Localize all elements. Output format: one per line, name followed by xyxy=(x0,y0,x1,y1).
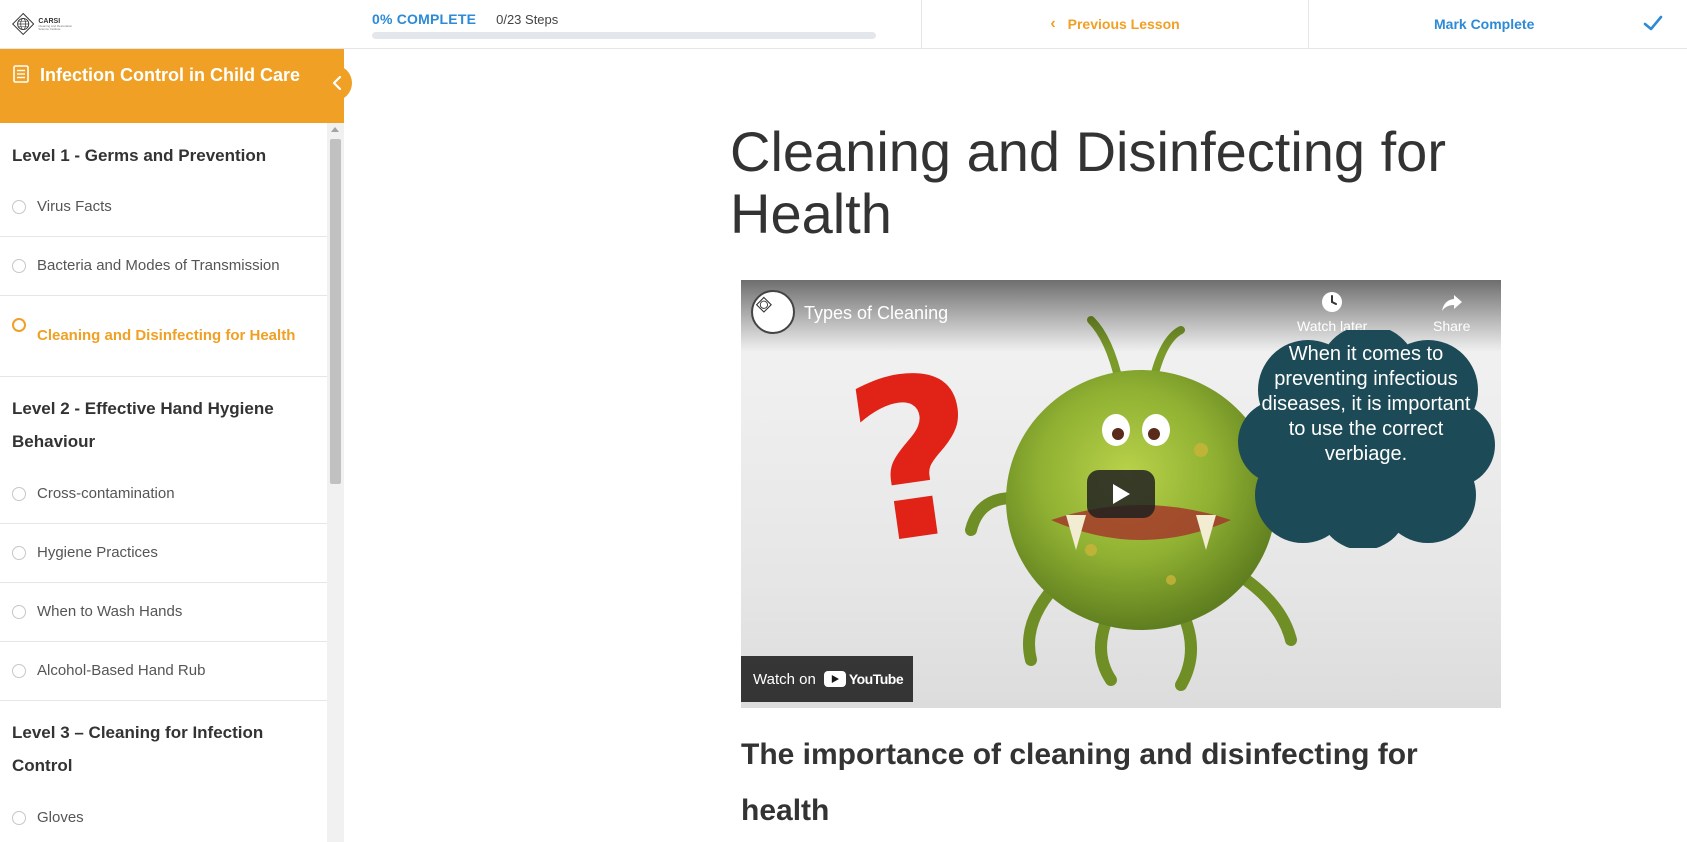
channel-avatar[interactable] xyxy=(751,290,795,334)
lesson-status-icon xyxy=(12,546,26,560)
lesson-item-cross-contamination[interactable]: Cross-contamination xyxy=(0,465,327,524)
lesson-item-gloves[interactable]: Gloves xyxy=(0,789,327,842)
lesson-label: Bacteria and Modes of Transmission xyxy=(37,257,280,274)
youtube-play-icon xyxy=(823,671,846,687)
page-title: Cleaning and Disinfecting for Health xyxy=(730,120,1446,245)
section-title: Level 3 – Cleaning for Infection Control xyxy=(12,723,264,775)
top-bar: CARSI Cleaning and Restoration Science I… xyxy=(0,0,1687,49)
video-title[interactable]: Types of Cleaning xyxy=(804,303,948,324)
lesson-label: Hygiene Practices xyxy=(37,544,158,561)
lesson-item-cleaning-disinfecting[interactable]: Cleaning and Disinfecting for Health xyxy=(0,296,327,377)
scroll-up-arrow-icon[interactable] xyxy=(331,127,339,132)
cloud-caption: When it comes to preventing infectious d… xyxy=(1261,343,1471,465)
lesson-item-bacteria[interactable]: Bacteria and Modes of Transmission xyxy=(0,237,327,296)
scrollbar-thumb[interactable] xyxy=(330,139,341,484)
lesson-item-hygiene-practices[interactable]: Hygiene Practices xyxy=(0,524,327,583)
lesson-status-icon xyxy=(12,200,26,214)
lesson-item-when-to-wash[interactable]: When to Wash Hands xyxy=(0,583,327,642)
youtube-logo: YouTube xyxy=(823,671,904,687)
lesson-label: Virus Facts xyxy=(37,198,112,215)
play-button[interactable] xyxy=(1087,470,1155,518)
progress-percent: 0% COMPLETE xyxy=(372,11,477,27)
progress-steps: 0/23 Steps xyxy=(496,12,559,27)
lesson-status-icon xyxy=(12,811,26,825)
logo-subtext: Cleaning and Restoration Science Institu… xyxy=(38,23,73,31)
lesson-content: Cleaning and Disinfecting for Health ? T… xyxy=(345,49,1687,842)
lesson-item-virus-facts[interactable]: Virus Facts xyxy=(0,178,327,237)
course-sidebar: Infection Control in Child Care Level 1 … xyxy=(0,49,352,842)
mark-complete-label: Mark Complete xyxy=(1434,16,1535,32)
lesson-label: Alcohol-Based Hand Rub xyxy=(37,662,206,679)
document-icon xyxy=(13,65,29,83)
section-heading: The importance of cleaning and disinfect… xyxy=(741,738,1418,827)
chevron-left-icon: ‹ xyxy=(1050,15,1056,32)
chevron-left-icon xyxy=(332,76,342,90)
lesson-status-icon xyxy=(12,487,26,501)
lesson-status-icon xyxy=(12,664,26,678)
course-title: Infection Control in Child Care xyxy=(40,65,300,85)
lesson-label: Cleaning and Disinfecting for Health xyxy=(37,327,296,344)
lesson-status-icon xyxy=(12,605,26,619)
lesson-status-icon xyxy=(12,259,26,273)
share-arrow-icon xyxy=(1441,295,1462,311)
previous-lesson-label: Previous Lesson xyxy=(1067,16,1180,32)
video-player[interactable]: ? Types of Cleaning Watch later Share Wh… xyxy=(741,280,1501,708)
watch-on-label: Watch on xyxy=(753,670,816,688)
progress-bar xyxy=(372,32,876,39)
section-title: Level 1 - Germs and Prevention xyxy=(12,146,267,165)
lesson-list[interactable]: Level 1 - Germs and Prevention Virus Fac… xyxy=(0,123,327,842)
globe-icon xyxy=(12,12,35,36)
mark-complete-button[interactable]: Mark Complete xyxy=(1310,0,1687,48)
section-title: Level 2 - Effective Hand Hygiene Behavio… xyxy=(12,399,274,451)
play-icon xyxy=(1113,484,1130,504)
share-button[interactable]: Share xyxy=(1433,290,1470,334)
course-header: Infection Control in Child Care xyxy=(0,49,344,123)
lesson-item-alcohol-rub[interactable]: Alcohol-Based Hand Rub xyxy=(0,642,327,701)
course-progress: 0% COMPLETE 0/23 Steps xyxy=(372,11,876,39)
lesson-label: When to Wash Hands xyxy=(37,603,183,620)
youtube-wordmark: YouTube xyxy=(848,671,904,687)
sidebar-scrollbar[interactable] xyxy=(327,123,344,842)
lesson-label: Gloves xyxy=(37,809,84,826)
lesson-status-icon xyxy=(12,318,26,332)
lesson-label: Cross-contamination xyxy=(37,485,175,502)
checkmark-icon xyxy=(1643,15,1663,31)
globe-icon xyxy=(755,296,772,313)
clock-icon xyxy=(1322,292,1343,312)
watch-later-button[interactable]: Watch later xyxy=(1297,290,1367,334)
watch-on-youtube-button[interactable]: Watch on YouTube xyxy=(741,656,913,702)
carsi-logo[interactable]: CARSI Cleaning and Restoration Science I… xyxy=(12,7,78,41)
previous-lesson-button[interactable]: ‹ Previous Lesson xyxy=(921,0,1309,48)
